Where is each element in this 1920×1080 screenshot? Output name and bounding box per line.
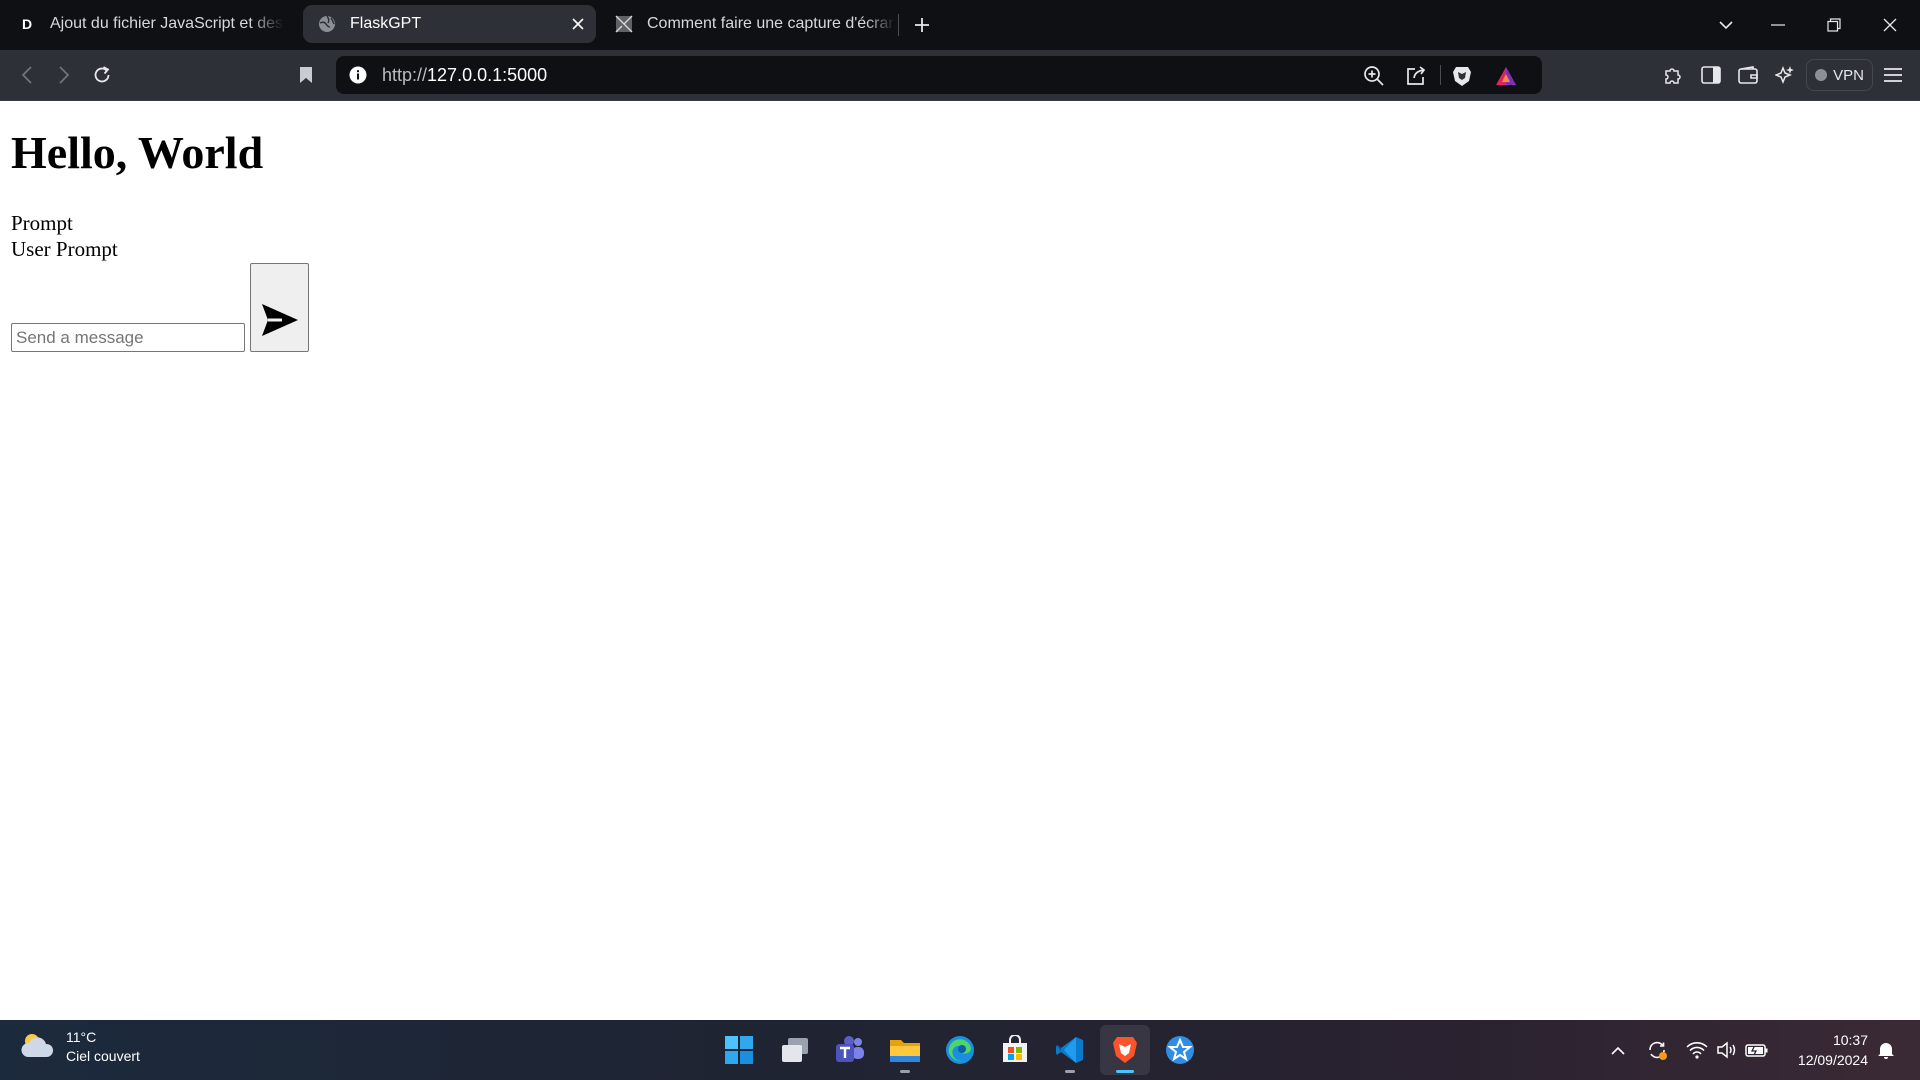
globe-icon [318,15,336,33]
page-title: Hello, World [11,127,264,178]
store-icon[interactable] [990,1025,1040,1075]
clock-date: 12/09/2024 [1797,1052,1868,1068]
minimize-button[interactable] [1750,0,1806,50]
sidebar-icon[interactable] [1694,58,1728,92]
forward-button[interactable] [47,58,81,92]
tab-title: FlaskGPT [350,15,422,32]
tab-flaskgpt[interactable]: FlaskGPT [303,5,596,43]
share-icon[interactable] [1402,62,1430,90]
new-tab-button[interactable] [906,10,938,40]
reload-button[interactable] [85,58,119,92]
bookmark-icon[interactable] [289,58,323,92]
running-indicator [1116,1070,1134,1073]
close-tab-icon[interactable] [560,6,596,42]
tab-title: Ajout du fichier JavaScript et des ba [50,15,284,32]
wifi-icon[interactable] [1683,1036,1711,1064]
url-scheme: http:// [382,65,428,85]
url-host: 127.0.0.1:5000 [427,65,548,85]
tab-ajout-fichier[interactable]: D Ajout du fichier JavaScript et des ba [18,5,288,43]
show-hidden-icons-icon[interactable] [1604,1036,1632,1064]
browser-toolbar: http://127.0.0.1:5000 VPN [0,50,1920,101]
edge-icon[interactable] [935,1025,985,1075]
brave-icon[interactable] [1100,1025,1150,1075]
menu-icon[interactable] [1876,58,1910,92]
urlbar-divider [1440,65,1441,85]
restore-button[interactable] [1806,0,1862,50]
address-bar[interactable]: http://127.0.0.1:5000 [336,56,1542,94]
battery-icon[interactable] [1743,1036,1771,1064]
windows-start-icon[interactable] [714,1025,764,1075]
brave-rewards-icon[interactable] [1492,62,1520,90]
send-button[interactable] [250,263,309,352]
url-text[interactable]: http://127.0.0.1:5000 [382,65,547,86]
windows-taskbar: 11°C Ciel couvert 10:37 12/09/2024 [0,1020,1920,1080]
weather-temperature: 11°C [66,1029,97,1045]
clock-time: 10:37 [1832,1032,1868,1048]
browser-tab-strip: D Ajout du fichier JavaScript et des ba … [0,0,1920,50]
tab-search-button[interactable] [1698,0,1754,50]
tab-divider [898,14,899,36]
clock[interactable]: 10:37 12/09/2024 [1786,1030,1868,1070]
volume-icon[interactable] [1713,1036,1741,1064]
running-indicator [1065,1070,1075,1073]
close-window-button[interactable] [1862,0,1918,50]
app-icon[interactable] [1155,1025,1205,1075]
leo-ai-icon[interactable] [1768,58,1802,92]
file-explorer-icon[interactable] [880,1025,930,1075]
running-indicator [900,1070,910,1073]
image-favicon [615,15,633,33]
zoom-icon[interactable] [1360,62,1388,90]
extensions-icon[interactable] [1656,58,1690,92]
sync-icon[interactable] [1643,1036,1671,1064]
brave-shields-icon[interactable] [1448,62,1476,90]
teams-icon[interactable] [825,1025,875,1075]
prompt-label: Prompt [11,211,73,235]
message-input[interactable] [11,323,245,352]
weather-widget[interactable]: 11°C Ciel couvert [20,1028,140,1066]
cloud-icon [20,1031,54,1064]
site-info-icon[interactable] [346,63,370,87]
user-prompt-label: User Prompt [11,237,118,261]
letter-d-favicon: D [21,16,33,32]
weather-condition: Ciel couvert [66,1048,140,1064]
back-button[interactable] [10,58,44,92]
send-arrow-icon [260,300,300,343]
vpn-label: VPN [1833,66,1864,84]
vpn-button[interactable]: VPN [1806,59,1873,91]
task-view-icon[interactable] [770,1025,820,1075]
wallet-icon[interactable] [1731,58,1765,92]
notification-bell-icon[interactable] [1872,1036,1900,1064]
tab-capture-ecran[interactable]: Comment faire une capture d'écran [615,5,895,43]
tab-title: Comment faire une capture d'écran [647,15,895,32]
web-page: Hello, World Prompt User Prompt [0,101,1920,1020]
vpn-status-icon [1815,69,1828,81]
vscode-icon[interactable] [1045,1025,1095,1075]
